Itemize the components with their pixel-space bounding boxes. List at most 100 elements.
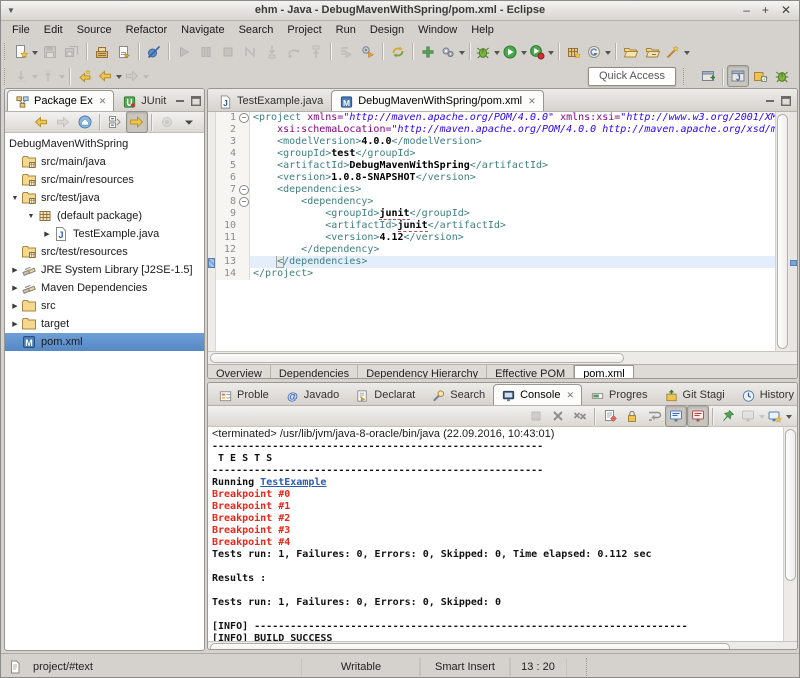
console-horizontal-scrollbar[interactable] [208,641,797,650]
resume-button[interactable] [173,41,195,63]
tab-history[interactable]: History [733,384,798,405]
external-tools-menu-button[interactable] [439,41,466,63]
remove-launch-button[interactable] [547,405,569,427]
menu-source[interactable]: Source [70,22,119,38]
tree-item[interactable]: ▶target [5,315,204,333]
maximize-window-button[interactable]: + [762,1,769,19]
search-toolbar-button[interactable] [664,41,691,63]
up-home-button[interactable] [74,111,96,133]
annotation-ruler[interactable] [208,112,216,351]
expand-arrow-icon[interactable]: ▶ [41,230,53,238]
menu-window[interactable]: Window [411,22,464,38]
coverage-button[interactable] [528,41,555,63]
tab-declarat[interactable]: Declarat [347,384,423,405]
dropdown-arrow-icon[interactable] [684,51,690,58]
collapse-arrow-icon[interactable]: ▼ [9,195,21,202]
minimize-view-icon[interactable] [764,95,776,107]
menu-help[interactable]: Help [464,22,501,38]
terminate-button[interactable] [217,41,239,63]
run-button[interactable] [501,41,528,63]
view-menu-button[interactable] [178,111,200,133]
pom-page-tab-effective-pom[interactable]: Effective POM [487,365,574,379]
expand-arrow-icon[interactable]: ▶ [9,320,21,328]
dropdown-arrow-icon[interactable] [786,415,792,422]
tree-item[interactable]: Mpom.xml [5,333,204,351]
tree-item[interactable]: DebugMavenWithSpring [5,135,204,153]
close-window-button[interactable]: ✕ [781,1,791,19]
new-java-project-button[interactable] [563,41,585,63]
pom-page-tab-pom-xml[interactable]: pom.xml [574,365,634,379]
disconnect-button[interactable] [239,41,261,63]
dropdown-arrow-icon[interactable] [494,51,500,58]
tab-testexample-java[interactable]: JTestExample.java [210,90,331,111]
minimize-view-icon[interactable] [174,95,186,107]
step-into-button[interactable] [261,41,283,63]
tree-item[interactable]: ▼src/test/java [5,189,204,207]
status-cursor-position[interactable]: 13 : 20 [509,658,567,676]
tree-item[interactable]: src/main/java [5,153,204,171]
save-button[interactable] [39,41,61,63]
dropdown-arrow-icon[interactable] [32,51,38,58]
back-history-button[interactable] [96,65,123,87]
tab-debugmavenwithspring-pom-xml[interactable]: MDebugMavenWithSpring/pom.xml✕ [331,90,543,111]
forward-history-button[interactable] [123,65,150,87]
debug-button[interactable] [474,41,501,63]
link-with-editor-button[interactable] [126,111,148,133]
pom-page-tab-dependency-hierarchy[interactable]: Dependency Hierarchy [358,365,487,379]
tab-progres[interactable]: Progres [582,384,656,405]
collapse-circle-icon[interactable]: − [239,185,249,195]
dropdown-arrow-icon[interactable] [59,75,65,82]
xml-editor-area[interactable]: 1−<project xmlns="http://maven.apache.or… [208,112,797,351]
word-wrap-button[interactable] [643,405,665,427]
collapse-arrow-icon[interactable]: ▼ [25,213,37,220]
skip-all-breakpoints-button[interactable] [143,41,165,63]
tree-item[interactable]: ▶Maven Dependencies [5,279,204,297]
minimize-window-button[interactable]: – [743,1,750,19]
expand-arrow-icon[interactable]: ▶ [9,266,21,274]
dropdown-arrow-icon[interactable] [143,75,149,82]
open-type-button[interactable] [585,41,612,63]
scrollbar-thumb[interactable] [210,643,730,650]
pom-page-tab-dependencies[interactable]: Dependencies [271,365,358,379]
suspend-button[interactable] [195,41,217,63]
collapse-circle-icon[interactable]: − [239,113,249,123]
focus-on-active-task-button[interactable] [156,111,178,133]
console-output[interactable]: <terminated> /usr/lib/jvm/java-8-oracle/… [208,427,797,641]
tab-console[interactable]: Console✕ [493,384,582,405]
collapse-circle-icon[interactable]: − [239,197,249,207]
tab-git-stagi[interactable]: Git Stagi [656,384,733,405]
dropdown-arrow-icon[interactable] [521,51,527,58]
open-console-button[interactable] [766,405,793,427]
close-icon[interactable]: ✕ [566,390,574,401]
toolbar-drag-handle[interactable] [683,68,688,85]
tab-proble[interactable]: Proble [210,384,277,405]
project-tree[interactable]: DebugMavenWithSpringsrc/main/javasrc/mai… [5,133,204,351]
console-vertical-scrollbar[interactable] [783,427,797,641]
new-wizard-button[interactable] [12,41,39,63]
next-annotation-button[interactable] [12,65,39,87]
close-icon[interactable]: ✕ [99,96,107,107]
tab-package-ex[interactable]: Package Ex✕ [7,90,114,111]
tree-item[interactable]: src/test/resources [5,243,204,261]
menu-run[interactable]: Run [329,22,363,38]
add-new-button[interactable] [417,41,439,63]
debug-perspective-button[interactable] [771,65,793,87]
step-return-button[interactable] [305,41,327,63]
menu-edit[interactable]: Edit [37,22,70,38]
save-all-button[interactable] [61,41,83,63]
tree-item[interactable]: src/main/resources [5,171,204,189]
fold-collapse-icon[interactable]: − [238,184,250,196]
editor-vertical-scrollbar[interactable] [775,112,789,351]
tab-junit[interactable]: JUnit [114,90,174,111]
java-perspective-button[interactable]: J [727,65,749,87]
tab-javado[interactable]: @Javado [277,384,347,405]
external-tools-button[interactable] [357,41,379,63]
quick-access-box[interactable]: Quick Access [588,67,676,86]
dropdown-arrow-icon[interactable] [116,75,122,82]
display-selected-console-button[interactable] [739,405,766,427]
last-edit-location-button[interactable] [74,65,96,87]
fold-collapse-icon[interactable]: − [238,196,250,208]
expand-arrow-icon[interactable]: ▶ [9,302,21,310]
collapse-all-button[interactable] [104,111,126,133]
fold-collapse-icon[interactable]: − [238,112,250,124]
